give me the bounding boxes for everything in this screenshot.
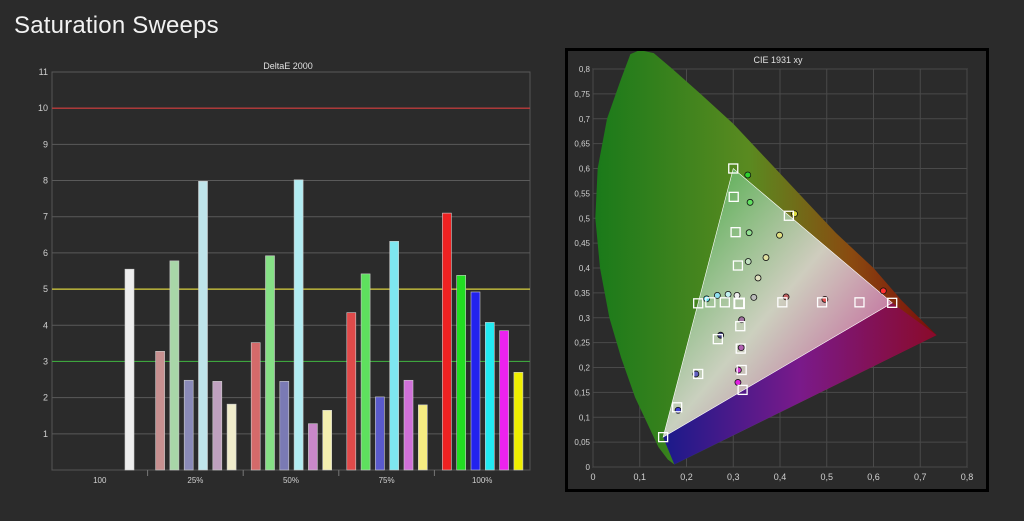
deltae-ytick-label: 1 (43, 429, 48, 439)
deltae-bar (456, 275, 467, 471)
deltae-bar (293, 179, 304, 471)
deltae-bar (470, 291, 481, 471)
deltae-bar (499, 330, 509, 471)
cie-measured-point (776, 231, 783, 239)
deltae-ytick-label: 6 (43, 248, 48, 258)
cie-ytick-label: 0,1 (579, 413, 591, 422)
deltae-bar (212, 381, 223, 471)
cie-ytick-label: 0,65 (574, 140, 590, 149)
cie-xtick-label: 0,2 (680, 472, 693, 482)
deltae-xtick-label: 100% (472, 476, 492, 485)
cie-ytick-label: 0,6 (579, 165, 591, 174)
deltae-bar (403, 379, 414, 471)
deltae-bar (169, 260, 180, 471)
deltae-ytick-label: 9 (43, 139, 48, 149)
deltae-bar (417, 404, 428, 471)
cie-ytick-label: 0,2 (579, 364, 591, 373)
deltae-bar (183, 379, 194, 471)
cie-measured-point (744, 171, 752, 179)
deltae-ytick-label: 10 (38, 103, 48, 113)
cie-measured-point (754, 274, 762, 282)
cie-ytick-label: 0 (586, 463, 591, 472)
deltae-bar (375, 396, 385, 471)
deltae-xtick-label: 75% (379, 476, 395, 485)
deltae-ytick-label: 5 (43, 284, 48, 294)
deltae-bar (322, 409, 333, 471)
cie-measured-point (734, 366, 742, 374)
deltae-bar (155, 351, 165, 471)
cie-measured-point (745, 229, 753, 237)
deltae-bar (484, 322, 495, 471)
deltae-bar (389, 241, 400, 471)
deltae-ytick-label: 11 (39, 67, 48, 77)
deltae-xtick-label: 25% (187, 476, 203, 485)
deltae-bar-chart: DeltaE 2000 1 2 3 4 5 6 7 8 9 10 11 100 25% 50% 75% 100… (38, 61, 531, 485)
cie-measured-point (734, 379, 742, 386)
deltae-bar (226, 403, 237, 471)
cie-ytick-label: 0,45 (574, 239, 590, 248)
deltae-bar (279, 381, 290, 471)
cie-ytick-label: 0,4 (579, 264, 591, 273)
deltae-bar (308, 423, 318, 471)
cie-measured-point (782, 293, 790, 301)
cie-xtick-label: 0,4 (774, 472, 787, 482)
deltae-bar (346, 312, 357, 471)
deltae-xtick-label: 100 (93, 476, 107, 485)
cie-ytick-label: 0,55 (574, 189, 590, 198)
cie-xtick-label: 0,8 (961, 472, 974, 482)
deltae-bar (513, 372, 524, 471)
cie-xtick-label: 0 (590, 472, 595, 482)
cie-xtick-label: 0,7 (914, 472, 927, 482)
deltae-ytick-label: 8 (43, 176, 48, 186)
deltae-bar (250, 342, 261, 471)
deltae-bar (360, 273, 371, 471)
deltae-bar (124, 268, 135, 471)
deltae-chart-panel: DeltaE 2000 1 2 3 4 5 6 7 8 9 10 11 100 25% 50% 75% 100… (30, 58, 536, 500)
page-title: Saturation Sweeps (14, 12, 219, 39)
cie-measured-point (762, 254, 770, 261)
cie-ytick-label: 0,15 (574, 388, 590, 397)
cie-ytick-label: 0,05 (574, 438, 590, 447)
deltae-bar (442, 212, 452, 471)
cie-xtick-label: 0,3 (727, 472, 740, 482)
cie-measured-point (724, 290, 732, 298)
deltae-ytick-label: 2 (43, 393, 48, 403)
cie-ytick-label: 0,7 (579, 115, 591, 124)
deltae-ytick-label: 3 (43, 356, 48, 366)
cie-ytick-label: 0,25 (574, 339, 590, 348)
cie-measured-point (879, 287, 887, 295)
cie-xtick-label: 0,1 (633, 472, 646, 482)
cie-ytick-label: 0,75 (574, 90, 590, 99)
cie-chromaticity-chart: CIE 1931 xy 0 0,1 0,2 0,3 0,4 0,5 0,6 0,7 0,8 0 0,… (574, 50, 974, 482)
cie-measured-point (703, 295, 711, 303)
cie-measured-point (750, 293, 758, 301)
cie-xtick-label: 0,5 (820, 472, 833, 482)
cie-chart-title: CIE 1931 xy (753, 55, 803, 65)
deltae-bar (265, 255, 275, 471)
deltae-bar (198, 180, 208, 471)
cie-ytick-label: 0,8 (579, 65, 591, 74)
cie-measured-point (744, 258, 752, 265)
deltae-chart-title: DeltaE 2000 (263, 61, 313, 71)
cie-xtick-label: 0,6 (867, 472, 880, 482)
deltae-ytick-label: 7 (43, 212, 48, 222)
cie-ytick-label: 0,3 (579, 314, 591, 323)
cie-ytick-label: 0,35 (574, 289, 590, 298)
deltae-ytick-label: 4 (43, 320, 48, 330)
deltae-xtick-label: 50% (283, 476, 299, 485)
cie-measured-point (733, 291, 741, 299)
cie-measured-point (746, 198, 754, 206)
cie-ytick-label: 0,5 (579, 214, 591, 223)
cie-chart-panel: CIE 1931 xy 0 0,1 0,2 0,3 0,4 0,5 0,6 0,7 0,8 0 0,… (565, 48, 989, 492)
cie-measured-point (737, 344, 745, 352)
